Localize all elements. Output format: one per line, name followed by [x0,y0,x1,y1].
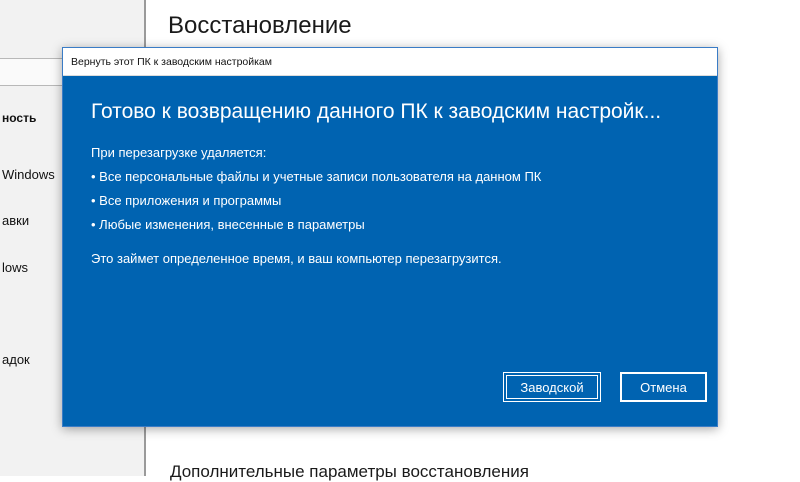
dialog-titlebar[interactable]: Вернуть этот ПК к заводским настройкам [63,48,717,76]
dialog-intro-text: При перезагрузке удаляется: [91,145,267,160]
factory-reset-button[interactable]: Заводской [503,372,601,402]
cancel-button[interactable]: Отмена [620,372,707,402]
sidebar-item-windows-update[interactable]: Windows [2,167,55,182]
bullet-item-apps: • Все приложения и программы [91,193,282,208]
sidebar-item-windows-security[interactable]: lows [2,260,28,275]
dialog-heading: Готово к возвращению данного ПК к заводс… [91,100,662,123]
dialog-note-text: Это займет определенное время, и ваш ком… [91,251,502,266]
page-title: Восстановление [168,12,352,39]
sidebar-item-security[interactable]: ность [2,111,36,125]
sidebar-item-delivery[interactable]: авки [2,213,29,228]
sidebar-item-troubleshoot[interactable]: адок [2,352,30,367]
reset-pc-dialog: Вернуть этот ПК к заводским настройкам Г… [62,47,718,427]
bullet-item-settings: • Любые изменения, внесенные в параметры [91,217,365,232]
section-title: Дополнительные параметры восстановления [170,462,529,481]
dialog-window-title: Вернуть этот ПК к заводским настройкам [71,56,272,68]
bullet-item-files: • Все персональные файлы и учетные запис… [91,169,542,184]
